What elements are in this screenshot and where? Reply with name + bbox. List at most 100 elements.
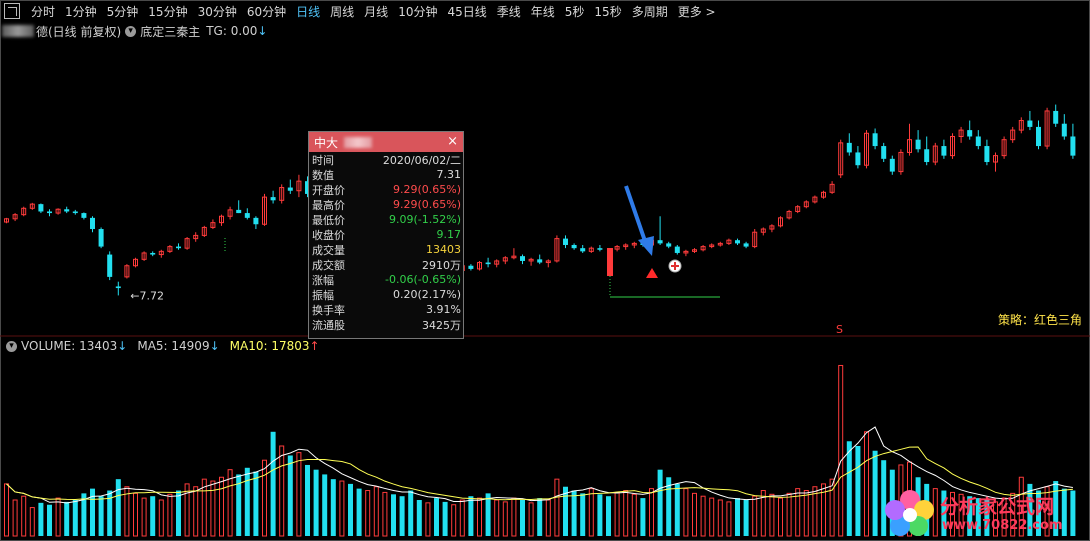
volume-bar [752,495,758,537]
candle-body [735,240,740,244]
volume-bar [322,474,328,536]
tooltip-value: -0.06(-0.65%) [385,273,461,286]
tooltip-key: 涨幅 [312,273,334,287]
volume-bar [133,492,138,537]
candle-body [855,152,861,166]
tooltip-value: 9.29(0.65%) [392,198,461,211]
volume-bar [528,502,534,537]
candle-body [270,197,276,201]
tooltip-row: 成交额 2910万 [309,257,463,272]
volume-bar [735,498,740,536]
candle-body [872,133,878,147]
volume-bar [537,498,543,536]
volume-bar [348,483,353,536]
volume-bar [98,496,104,536]
chart-canvas[interactable]: ←7.72 S [0,0,1090,541]
candle-body [889,158,895,172]
volume-bar [692,492,697,537]
volume-bar [434,498,439,536]
tooltip-value: 7.31 [436,168,462,181]
tooltip-row: 最低价 9.09(-1.52%) [309,212,463,227]
watermark-url: www.70822.com [942,518,1063,533]
volume-bar [571,490,577,536]
volume-bar [408,490,414,536]
tooltip-row: 数值 7.31 [309,167,463,182]
volume-bar [846,441,852,536]
volume-bar [391,494,396,536]
candle-body [485,262,491,265]
volume-bar [339,480,345,537]
candle-body [1061,123,1067,137]
volume-bar [287,455,293,536]
volume-bar [55,497,61,537]
volume-bar [416,500,422,536]
candle-body [176,246,181,249]
volume-bar [494,499,500,537]
blue-arrow-head-icon [638,236,654,256]
volume-bar [640,498,646,536]
candle-body [941,146,947,156]
red-triangle-icon [646,268,658,278]
volume-bar [330,479,336,536]
volume-bar [21,495,27,537]
tooltip-row: 成交量 13403 [309,242,463,257]
candle-body [98,229,104,247]
tooltip-value: 3425万 [422,318,461,332]
tooltip-key: 最高价 [312,198,345,212]
volume-bar [477,497,482,537]
volume-bar [64,501,70,536]
volume-bar [356,488,362,536]
volume-bar [4,483,9,537]
tooltip-value: 13403 [426,243,461,256]
candle-body [253,217,259,225]
tooltip-value: 9.17 [436,228,462,241]
signal-candle [607,248,613,276]
volume-bar [855,446,861,536]
volume-bar [588,488,594,537]
volume-bar [29,507,35,537]
volume-bar [365,490,371,537]
tooltip-key: 收盘价 [312,228,345,242]
volume-bar [778,497,783,537]
volume-bar [597,494,603,536]
volume-bar [158,499,164,537]
candle-body [1027,120,1033,127]
volume-bar [373,486,379,537]
volume-info-bar: ▾ VOLUME: 13403 ↓ MA5: 14909 ↓ MA10: 178… [2,337,320,355]
arrow-down-icon: ↓ [209,339,220,353]
tooltip-key: 成交额 [312,258,345,272]
arrow-up-icon: ↑ [309,339,320,353]
volume-bar [468,496,474,536]
candle-body [38,204,44,212]
tooltip-title-redacted [344,136,373,148]
close-icon[interactable]: × [447,134,458,149]
volume-bar [150,496,156,536]
candle-body [81,213,87,218]
tooltip-value: 0.20(2.17%) [392,288,461,301]
tooltip-key: 成交量 [312,243,345,257]
tooltip-value: 3.91% [426,303,461,316]
volume-value: VOLUME: 13403 [21,339,118,353]
tooltip-row: 时间 2020/06/02/二 [309,152,463,167]
blue-pointer-arrow [624,185,648,245]
tooltip-key: 开盘价 [312,183,345,197]
candle-body [47,211,52,214]
volume-bar [649,488,654,537]
volume-bar [270,431,276,536]
tooltip-row: 涨幅 -0.06(-0.65%) [309,272,463,287]
candle-body [580,248,586,252]
tooltip-row: 流通股 3425万 [309,317,463,332]
candle-body [846,142,852,153]
volume-bar [296,452,302,537]
volume-bar [12,499,18,537]
data-tooltip: 中大 × 时间 2020/06/02/二 数值 7.31 开盘价 9.29(0.65%) 最… [308,131,464,339]
ma5-value: MA5: 14909 [137,339,210,353]
volume-bar [72,500,78,536]
candle-body [236,209,242,214]
volume-menu-icon[interactable]: ▾ [6,340,17,352]
volume-bar [872,450,878,536]
tooltip-key: 最低价 [312,213,345,227]
candle-body [72,211,78,214]
candle-body [287,187,293,191]
watermark-name: 分析家公式网 [940,496,1055,518]
